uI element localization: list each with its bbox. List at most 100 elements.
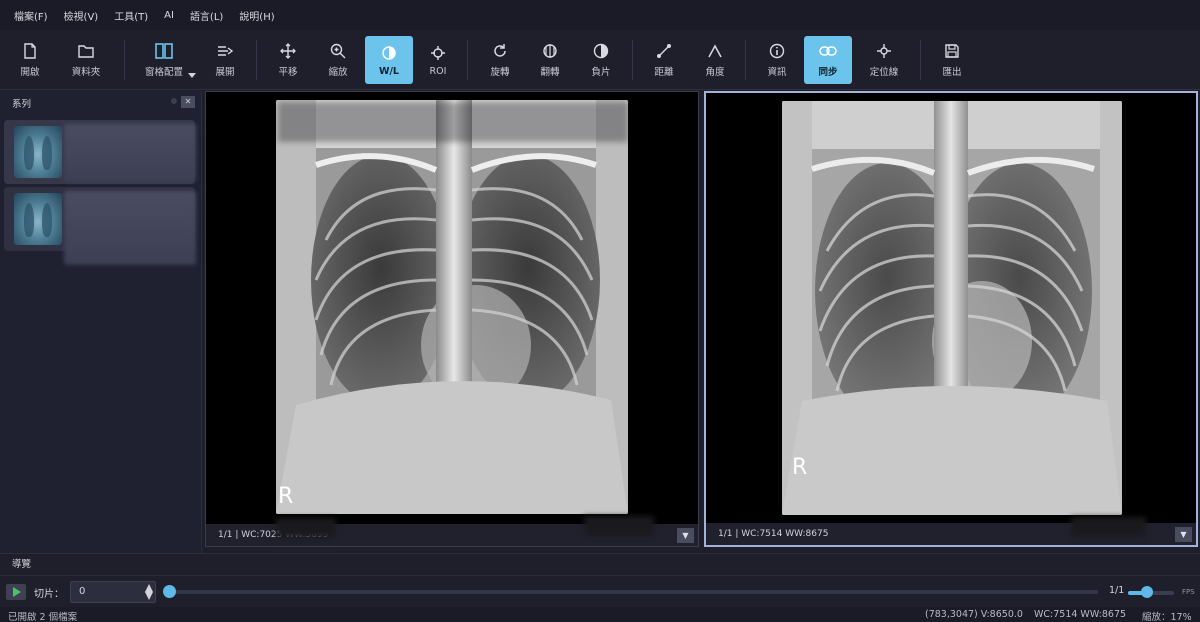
locator-label: 定位線 bbox=[869, 67, 899, 78]
series-item[interactable] bbox=[4, 187, 196, 265]
move-icon bbox=[279, 42, 297, 60]
info-icon bbox=[768, 42, 786, 60]
menubar: 檔案(F) 檢視(V) 工具(T) AI 語言(L) 說明(H) bbox=[0, 0, 1200, 30]
roi-label: ROI bbox=[429, 65, 447, 77]
menu-language[interactable]: 語言(L) bbox=[182, 8, 231, 23]
target-icon bbox=[875, 42, 893, 60]
layout-dropdown-caret-icon[interactable] bbox=[188, 73, 196, 78]
layout-button[interactable]: 窗格配置 bbox=[140, 36, 188, 84]
rotate-label: 旋轉 bbox=[490, 67, 510, 78]
slice-label: 切片： bbox=[34, 589, 64, 600]
slice-value: 0 bbox=[79, 586, 86, 597]
info-button[interactable]: 資訊 bbox=[753, 36, 801, 84]
fps-slider-handle[interactable] bbox=[1141, 586, 1153, 598]
flip-button[interactable]: 翻轉 bbox=[526, 36, 574, 84]
distance-button[interactable]: 距離 bbox=[640, 36, 688, 84]
pan-label: 平移 bbox=[278, 67, 298, 78]
window-level-label: W/L bbox=[378, 65, 399, 77]
redacted-footer-text bbox=[276, 518, 336, 538]
slice-input[interactable]: 0 bbox=[70, 581, 156, 603]
series-item[interactable] bbox=[4, 120, 196, 184]
rotate-button[interactable]: 旋轉 bbox=[476, 36, 524, 84]
pin-icon[interactable] bbox=[171, 98, 177, 104]
window-level-button[interactable]: W/L bbox=[365, 36, 413, 84]
spin-up-icon[interactable] bbox=[145, 584, 153, 592]
expand-icon bbox=[216, 42, 234, 60]
rotate-icon bbox=[491, 42, 509, 60]
menu-tools[interactable]: 工具(T) bbox=[106, 8, 156, 23]
crosshair-icon bbox=[429, 44, 447, 62]
slice-count: 1/1 bbox=[1109, 585, 1125, 596]
angle-icon bbox=[706, 42, 724, 60]
navigation-title: 導覽 bbox=[12, 559, 32, 570]
series-panel-title: 系列 bbox=[12, 99, 32, 110]
redacted-series-info bbox=[64, 191, 196, 265]
series-panel-header: 系列 ✕ bbox=[0, 91, 201, 115]
folder-icon bbox=[77, 42, 95, 60]
redacted-footer-text bbox=[1071, 517, 1146, 537]
redacted-header-overlay bbox=[278, 102, 628, 142]
dicom-viewer-app: 檔案(F) 檢視(V) 工具(T) AI 語言(L) 說明(H) 開啟 資料夾 … bbox=[0, 0, 1200, 622]
grid-layout-icon bbox=[155, 42, 173, 60]
pan-button[interactable]: 平移 bbox=[264, 36, 312, 84]
angle-label: 角度 bbox=[705, 67, 725, 78]
status-wcww: WC:7514 WW:8675 bbox=[1034, 609, 1127, 620]
export-label: 匯出 bbox=[942, 67, 962, 78]
redacted-footer-text bbox=[584, 516, 654, 536]
ruler-line-icon bbox=[655, 42, 673, 60]
link-icon bbox=[819, 42, 837, 60]
locator-button[interactable]: 定位線 bbox=[860, 36, 908, 84]
viewport-right[interactable]: R 1/1 | WC:7514 WW:8675 ▼ bbox=[704, 91, 1198, 547]
menu-view[interactable]: 檢視(V) bbox=[56, 8, 107, 23]
play-button[interactable] bbox=[6, 584, 26, 600]
toolbar: 開啟 資料夾 窗格配置 展開 平移 縮放 W/L ROI 旋轉 翻轉 負片 距離… bbox=[0, 30, 1200, 90]
status-coords: (783,3047) V:8650.0 bbox=[925, 609, 1023, 620]
laterality-marker: R bbox=[792, 455, 808, 480]
sync-button[interactable]: 同步 bbox=[804, 36, 852, 84]
slice-slider-track[interactable] bbox=[170, 590, 1098, 594]
slice-slider-handle[interactable] bbox=[163, 585, 176, 598]
status-files: 已開啟 2 個檔案 bbox=[8, 612, 78, 622]
menu-ai[interactable]: AI bbox=[156, 10, 182, 21]
expand-label: 展開 bbox=[215, 67, 235, 78]
status-bar: 已開啟 2 個檔案 (783,3047) V:8650.0 WC:7514 WW… bbox=[0, 607, 1200, 622]
zoom-button[interactable]: 縮放 bbox=[314, 36, 362, 84]
spin-down-icon[interactable] bbox=[145, 592, 153, 600]
redacted-series-info bbox=[64, 124, 196, 182]
menu-help[interactable]: 說明(H) bbox=[231, 8, 282, 23]
close-panel-button[interactable]: ✕ bbox=[181, 96, 195, 108]
open-button[interactable]: 開啟 bbox=[6, 36, 54, 84]
chest-xray-image bbox=[276, 100, 628, 514]
zoom-label: 縮放 bbox=[328, 67, 348, 78]
expand-button[interactable]: 展開 bbox=[201, 36, 249, 84]
status-zoom: 縮放：17% bbox=[1142, 612, 1192, 622]
viewport-left[interactable]: R 1/1 | WC:7025 WW:5899 ▼ bbox=[205, 91, 699, 547]
invert-label: 負片 bbox=[591, 67, 611, 78]
toolbar-divider bbox=[124, 40, 125, 80]
series-thumbnail bbox=[14, 126, 62, 178]
save-icon bbox=[943, 42, 961, 60]
angle-button[interactable]: 角度 bbox=[691, 36, 739, 84]
invert-button[interactable]: 負片 bbox=[577, 36, 625, 84]
open-label: 開啟 bbox=[20, 67, 40, 78]
folder-button[interactable]: 資料夾 bbox=[62, 36, 110, 84]
chest-xray-image bbox=[782, 101, 1122, 515]
export-button[interactable]: 匯出 bbox=[928, 36, 976, 84]
viewport-left-dropdown-button[interactable]: ▼ bbox=[677, 528, 694, 543]
zoom-icon bbox=[329, 42, 347, 60]
toolbar-divider bbox=[920, 40, 921, 80]
toolbar-divider bbox=[632, 40, 633, 80]
distance-label: 距離 bbox=[654, 67, 674, 78]
viewport-right-dropdown-button[interactable]: ▼ bbox=[1175, 527, 1192, 542]
menu-file[interactable]: 檔案(F) bbox=[6, 8, 56, 23]
roi-button[interactable]: ROI bbox=[414, 36, 462, 84]
invert-icon bbox=[592, 42, 610, 60]
info-label: 資訊 bbox=[767, 67, 787, 78]
toolbar-divider bbox=[467, 40, 468, 80]
navigation-header: 導覽 bbox=[0, 553, 1200, 575]
series-thumbnail bbox=[14, 193, 62, 245]
folder-label: 資料夾 bbox=[71, 67, 101, 78]
series-panel: 系列 ✕ bbox=[0, 91, 202, 553]
layout-label: 窗格配置 bbox=[144, 67, 183, 78]
laterality-marker: R bbox=[278, 484, 294, 509]
